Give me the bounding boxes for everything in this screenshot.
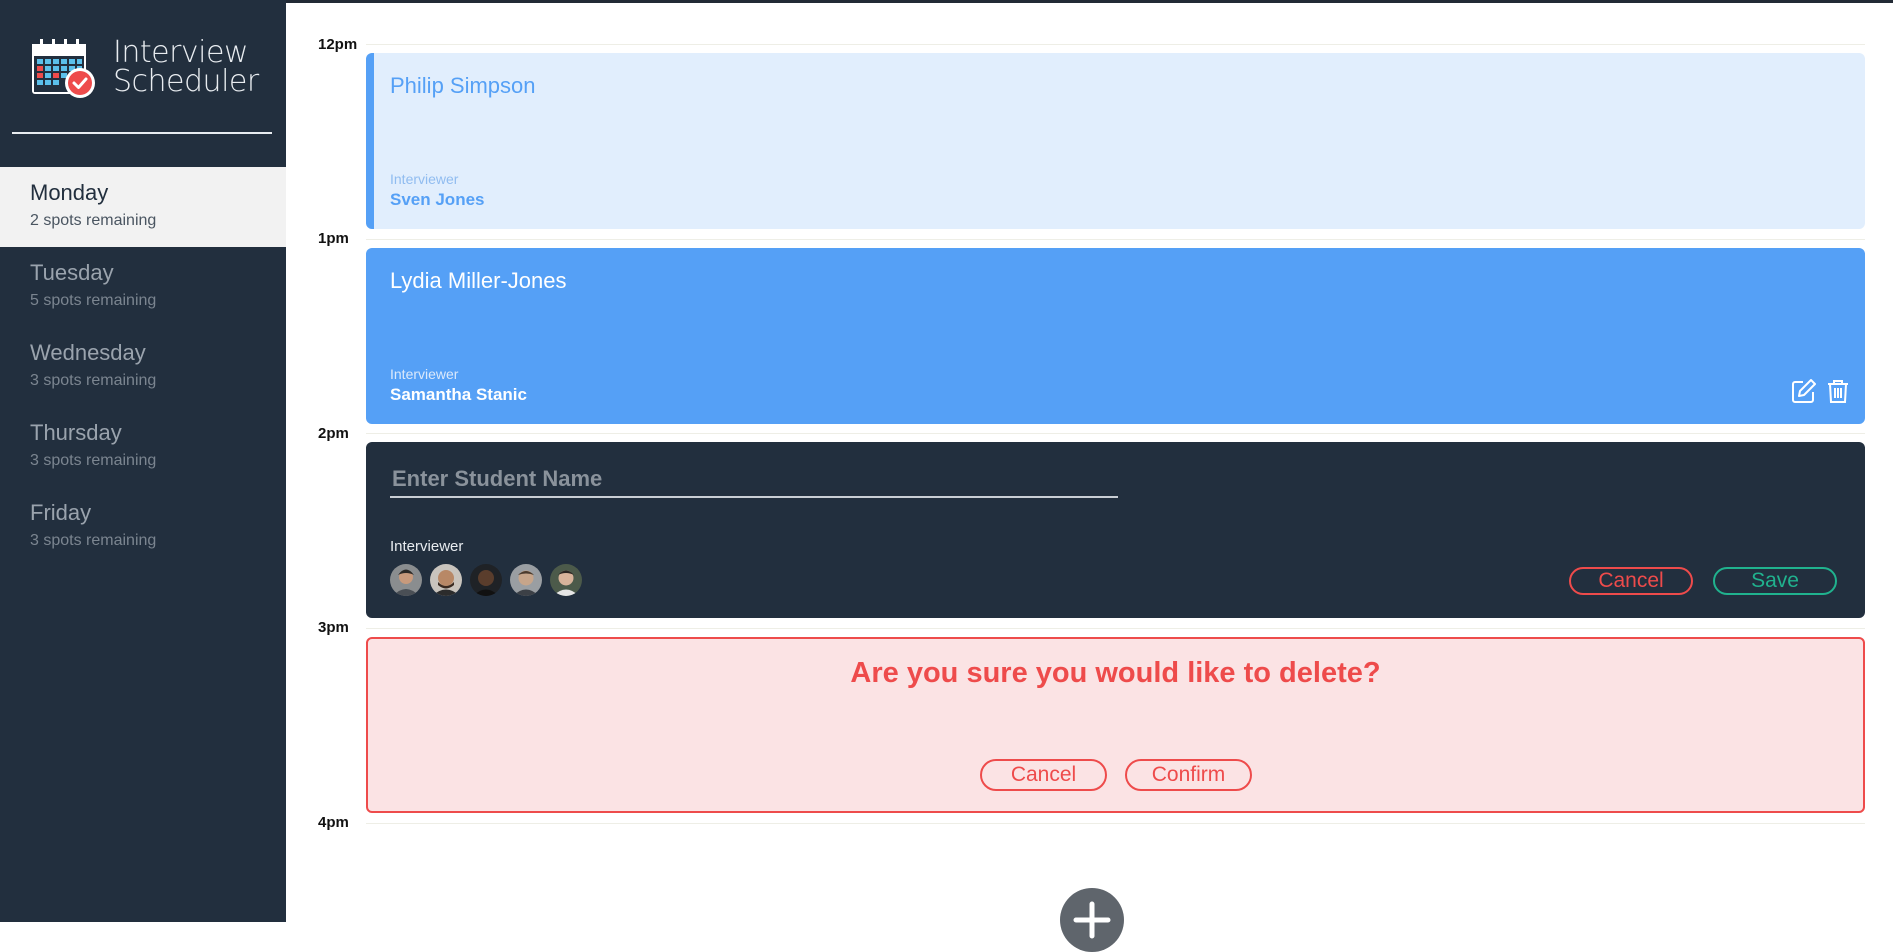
interviewer-label: Interviewer — [390, 538, 464, 555]
confirm-delete-button[interactable]: Confirm — [1125, 759, 1252, 791]
appointment-card-lydia[interactable]: Lydia Miller-Jones Interviewer Samantha … — [366, 248, 1865, 424]
save-button[interactable]: Save — [1713, 567, 1837, 595]
time-label: 2pm — [318, 425, 349, 442]
confirm-message: Are you sure you would like to delete? — [850, 657, 1381, 689]
edit-icon[interactable] — [1791, 378, 1817, 404]
day-item-wednesday[interactable]: Wednesday 3 spots remaining — [0, 327, 286, 407]
time-label: 12pm — [318, 36, 358, 53]
interviewer-list — [390, 564, 582, 596]
interviewer-name: Sven Jones — [390, 190, 485, 209]
add-appointment-button[interactable] — [1060, 888, 1124, 952]
app-title-line2: Scheduler — [113, 64, 259, 99]
time-label: 3pm — [318, 619, 349, 636]
student-name: Philip Simpson — [390, 73, 536, 98]
time-divider — [366, 433, 1865, 434]
appointment-form: Interviewer Cancel Save — [366, 442, 1865, 618]
appointment-actions — [1791, 378, 1851, 404]
day-name: Thursday — [30, 420, 122, 445]
day-spots: 3 spots remaining — [30, 532, 157, 549]
day-name: Wednesday — [30, 340, 146, 365]
time-divider — [366, 239, 1865, 240]
sidebar: Interview Scheduler Monday 2 spots remai… — [0, 0, 286, 922]
day-name: Tuesday — [30, 260, 114, 285]
day-spots: 3 spots remaining — [30, 372, 157, 389]
time-label: 1pm — [318, 230, 349, 247]
interviewer-label: Interviewer — [390, 171, 459, 187]
day-item-tuesday[interactable]: Tuesday 5 spots remaining — [0, 247, 286, 327]
calendar-check-icon — [32, 39, 95, 98]
app-title-line1: Interview — [113, 35, 248, 70]
time-label: 4pm — [318, 814, 349, 831]
cancel-delete-button[interactable]: Cancel — [980, 759, 1107, 791]
student-name-input[interactable] — [390, 462, 1118, 498]
appointment-card-philip[interactable]: Philip Simpson Interviewer Sven Jones — [366, 53, 1865, 229]
day-item-friday[interactable]: Friday 3 spots remaining — [0, 487, 286, 567]
cancel-button[interactable]: Cancel — [1569, 567, 1693, 595]
interviewer-avatar-4[interactable] — [510, 564, 542, 596]
interviewer-name: Samantha Stanic — [390, 385, 527, 404]
app-title: Interview Scheduler — [113, 35, 259, 99]
time-divider — [366, 44, 1865, 45]
time-divider — [366, 823, 1865, 824]
day-name: Monday — [30, 180, 109, 205]
day-name: Friday — [30, 500, 92, 525]
student-name: Lydia Miller-Jones — [390, 268, 567, 293]
plus-icon — [1073, 901, 1111, 939]
trash-icon[interactable] — [1825, 378, 1851, 404]
interviewer-avatar-5[interactable] — [550, 564, 582, 596]
time-divider — [366, 628, 1865, 629]
delete-confirmation: Are you sure you would like to delete? C… — [366, 637, 1865, 813]
interviewer-avatar-3[interactable] — [470, 564, 502, 596]
interviewer-label: Interviewer — [390, 366, 459, 382]
day-spots: 3 spots remaining — [30, 452, 157, 469]
day-spots: 5 spots remaining — [30, 292, 157, 309]
sidebar-divider — [12, 132, 272, 134]
interviewer-avatar-1[interactable] — [390, 564, 422, 596]
interviewer-avatar-2[interactable] — [430, 564, 462, 596]
day-item-thursday[interactable]: Thursday 3 spots remaining — [0, 407, 286, 487]
day-spots: 2 spots remaining — [30, 212, 157, 229]
day-item-monday[interactable]: Monday 2 spots remaining — [0, 167, 286, 247]
